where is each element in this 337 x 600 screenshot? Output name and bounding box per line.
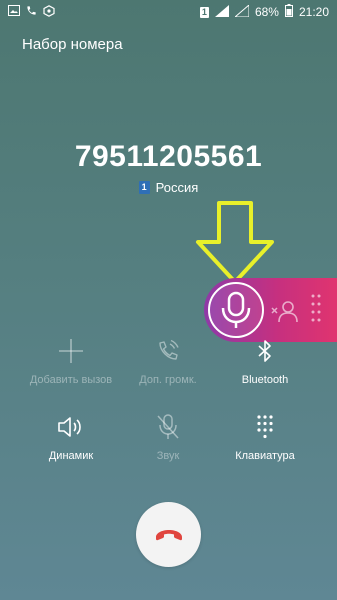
- signal-icon: [214, 4, 229, 20]
- arrow-down-icon: [196, 201, 274, 284]
- country-name: Россия: [155, 180, 199, 195]
- speaker-icon: [56, 412, 86, 442]
- keypad-button[interactable]: Клавиатура: [209, 412, 321, 472]
- battery-percent: 68%: [254, 5, 279, 19]
- mic-off-icon: [155, 412, 181, 442]
- contact-swap-icon[interactable]: [268, 296, 302, 326]
- status-bar-right: 1 68% 21:20: [199, 3, 329, 20]
- gallery-icon: [8, 5, 20, 19]
- status-bar: 1 68% 21:20: [0, 0, 337, 24]
- signal-icon-2: [233, 3, 250, 20]
- clock: 21:20: [298, 5, 329, 19]
- status-bar-left: [8, 4, 55, 20]
- end-call-button[interactable]: [136, 502, 201, 567]
- speaker-button[interactable]: Динамик: [15, 412, 127, 472]
- record-button[interactable]: [208, 282, 264, 338]
- country-row: 1 Россия: [0, 180, 337, 195]
- hang-up-icon: [155, 529, 182, 540]
- phone-volume-icon: [155, 336, 181, 366]
- plus-icon: [58, 336, 84, 366]
- phone-number: 79511205561: [74, 140, 263, 173]
- drag-handle-icon[interactable]: [309, 290, 323, 330]
- extra-volume-button[interactable]: Доп. громк.: [112, 336, 224, 396]
- sim-indicator: 1: [199, 6, 209, 18]
- extra-volume-label: Доп. громк.: [139, 374, 197, 386]
- phone-icon: [26, 5, 37, 19]
- add-call-button[interactable]: Добавить вызов: [15, 336, 127, 396]
- bluetooth-icon: [255, 336, 275, 366]
- mute-button[interactable]: Звук: [112, 412, 224, 472]
- add-call-label: Добавить вызов: [29, 374, 113, 386]
- keypad-label: Клавиатура: [235, 450, 295, 462]
- battery-icon: [284, 4, 293, 20]
- mute-label: Звук: [156, 450, 180, 462]
- bluetooth-label: Bluetooth: [241, 374, 289, 386]
- bluetooth-button[interactable]: Bluetooth: [209, 336, 321, 396]
- page-title: Набор номера: [22, 36, 123, 53]
- sim-badge: 1: [138, 181, 150, 194]
- keypad-icon: [256, 412, 274, 442]
- speaker-label: Динамик: [48, 450, 94, 462]
- microphone-icon: [221, 291, 251, 328]
- hexagon-icon: [43, 4, 55, 20]
